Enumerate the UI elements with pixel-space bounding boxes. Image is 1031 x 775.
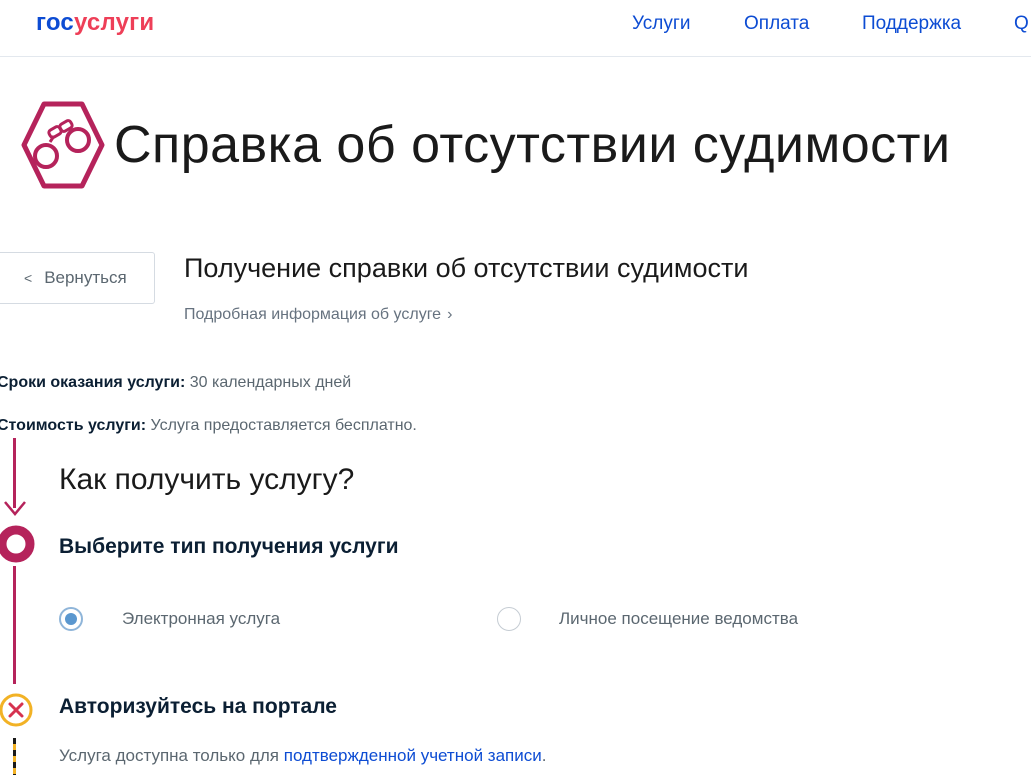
service-cost-label: Стоимость услуги: <box>0 417 147 434</box>
step-login-title: Авторизуйтесь на портале <box>59 695 337 718</box>
timeline-connector-pending <box>13 738 16 775</box>
login-note: Услуга доступна только для подтвержденно… <box>59 746 546 766</box>
service-title: Получение справки об отсутствии судимост… <box>184 253 749 283</box>
nav-payment[interactable]: Оплата <box>744 13 809 35</box>
back-button-label: Вернуться <box>44 268 127 287</box>
error-step-marker-icon <box>0 693 33 727</box>
service-cost: Стоимость услуги: Услуга предоставляется… <box>0 417 417 435</box>
nav-services[interactable]: Услуги <box>632 13 690 35</box>
service-details-link[interactable]: Подробная информация об услуге › <box>184 306 452 324</box>
active-step-marker-icon <box>0 525 35 563</box>
chevron-left-icon: < <box>24 270 33 286</box>
top-header: госуслуги Услуги Оплата Поддержка Q <box>0 0 1031 57</box>
gosuslugi-logo[interactable]: госуслуги <box>36 9 154 37</box>
back-button[interactable]: < Вернуться <box>0 252 155 304</box>
page-title: Справка об отсутствии судимости <box>114 116 951 174</box>
service-term-label: Сроки оказания услуги: <box>0 374 186 391</box>
service-cost-value: Услуга предоставляется бесплатно. <box>150 417 417 434</box>
radio-in-person[interactable] <box>497 607 521 631</box>
login-note-text: Услуга доступна только для <box>59 746 284 765</box>
how-to-title: Как получить услугу? <box>59 463 355 496</box>
arrow-down-icon <box>4 501 26 516</box>
verified-account-link[interactable]: подтвержденной учетной записи <box>284 746 542 765</box>
search-icon[interactable]: Q <box>1014 13 1029 35</box>
timeline-connector <box>13 566 16 684</box>
radio-electronic[interactable] <box>59 607 83 631</box>
service-details-label: Подробная информация об услуге <box>184 306 442 323</box>
radio-electronic-label[interactable]: Электронная услуга <box>122 609 280 629</box>
chevron-right-icon: › <box>447 306 453 323</box>
service-term-value: 30 календарных дней <box>189 374 352 391</box>
radio-in-person-label[interactable]: Личное посещение ведомства <box>559 609 798 629</box>
login-note-end: . <box>541 746 547 765</box>
logo-part-gos: гос <box>36 9 74 36</box>
logo-part-uslugi: услуги <box>73 9 155 36</box>
step-choose-type-title: Выберите тип получения услуги <box>59 535 399 558</box>
handcuffs-icon <box>21 101 105 189</box>
nav-support[interactable]: Поддержка <box>862 13 961 35</box>
service-term: Сроки оказания услуги: 30 календарных дн… <box>0 374 351 392</box>
